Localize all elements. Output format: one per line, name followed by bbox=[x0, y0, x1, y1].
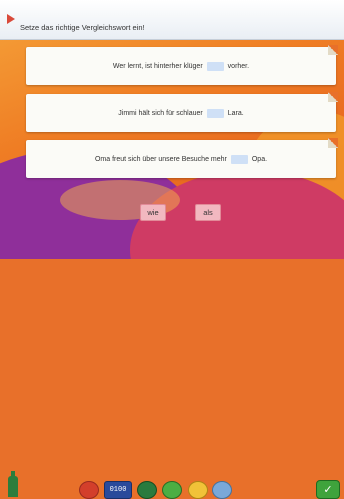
option-als[interactable]: als bbox=[195, 204, 221, 221]
sentence-text-after: Lara. bbox=[227, 109, 244, 117]
sentence-text-after: Opa. bbox=[251, 155, 268, 163]
answer-slot-3[interactable] bbox=[230, 154, 248, 164]
sentence-text-after: vorher. bbox=[227, 62, 250, 70]
answer-slot-2[interactable] bbox=[206, 108, 224, 118]
sentence-card-1: Wer lernt, ist hinterher klüger vorher. bbox=[26, 45, 338, 85]
answer-slot-1[interactable] bbox=[206, 61, 224, 71]
sentence-2: Jimmi hält sich für schlauer Lara. bbox=[26, 94, 336, 132]
character-button[interactable] bbox=[162, 481, 182, 499]
instruction-text: Setze das richtige Vergleichswort ein! bbox=[20, 23, 145, 32]
instruction-bar: Setze das richtige Vergleichswort ein! bbox=[0, 0, 344, 40]
sentence-text-before: Oma freut sich über unsere Besuche mehr bbox=[94, 155, 227, 163]
sentence-3: Oma freut sich über unsere Besuche mehr … bbox=[26, 140, 336, 178]
earth-button[interactable] bbox=[137, 481, 157, 499]
flag-icon bbox=[7, 14, 15, 24]
ok-button[interactable]: ✓ bbox=[316, 480, 340, 499]
page-curl bbox=[328, 45, 338, 55]
blue-button[interactable] bbox=[212, 481, 232, 499]
page-curl bbox=[328, 92, 338, 102]
yellow-button[interactable] bbox=[188, 481, 208, 499]
star-button[interactable] bbox=[79, 481, 99, 499]
page-curl bbox=[328, 138, 338, 148]
sentence-card-3: Oma freut sich über unsere Besuche mehr … bbox=[26, 138, 338, 178]
sentence-text-before: Jimmi hält sich für schlauer bbox=[118, 109, 203, 117]
bottle-icon bbox=[8, 471, 18, 497]
sentence-card-2: Jimmi hält sich für schlauer Lara. bbox=[26, 92, 338, 132]
option-wie[interactable]: wie bbox=[140, 204, 166, 221]
sentence-1: Wer lernt, ist hinterher klüger vorher. bbox=[26, 47, 336, 85]
bottom-toolbar: 0100 ✓ bbox=[0, 238, 344, 499]
sentence-text-before: Wer lernt, ist hinterher klüger bbox=[112, 62, 203, 70]
checkmark-icon: ✓ bbox=[323, 484, 333, 496]
counter-display: 0100 bbox=[104, 481, 132, 499]
